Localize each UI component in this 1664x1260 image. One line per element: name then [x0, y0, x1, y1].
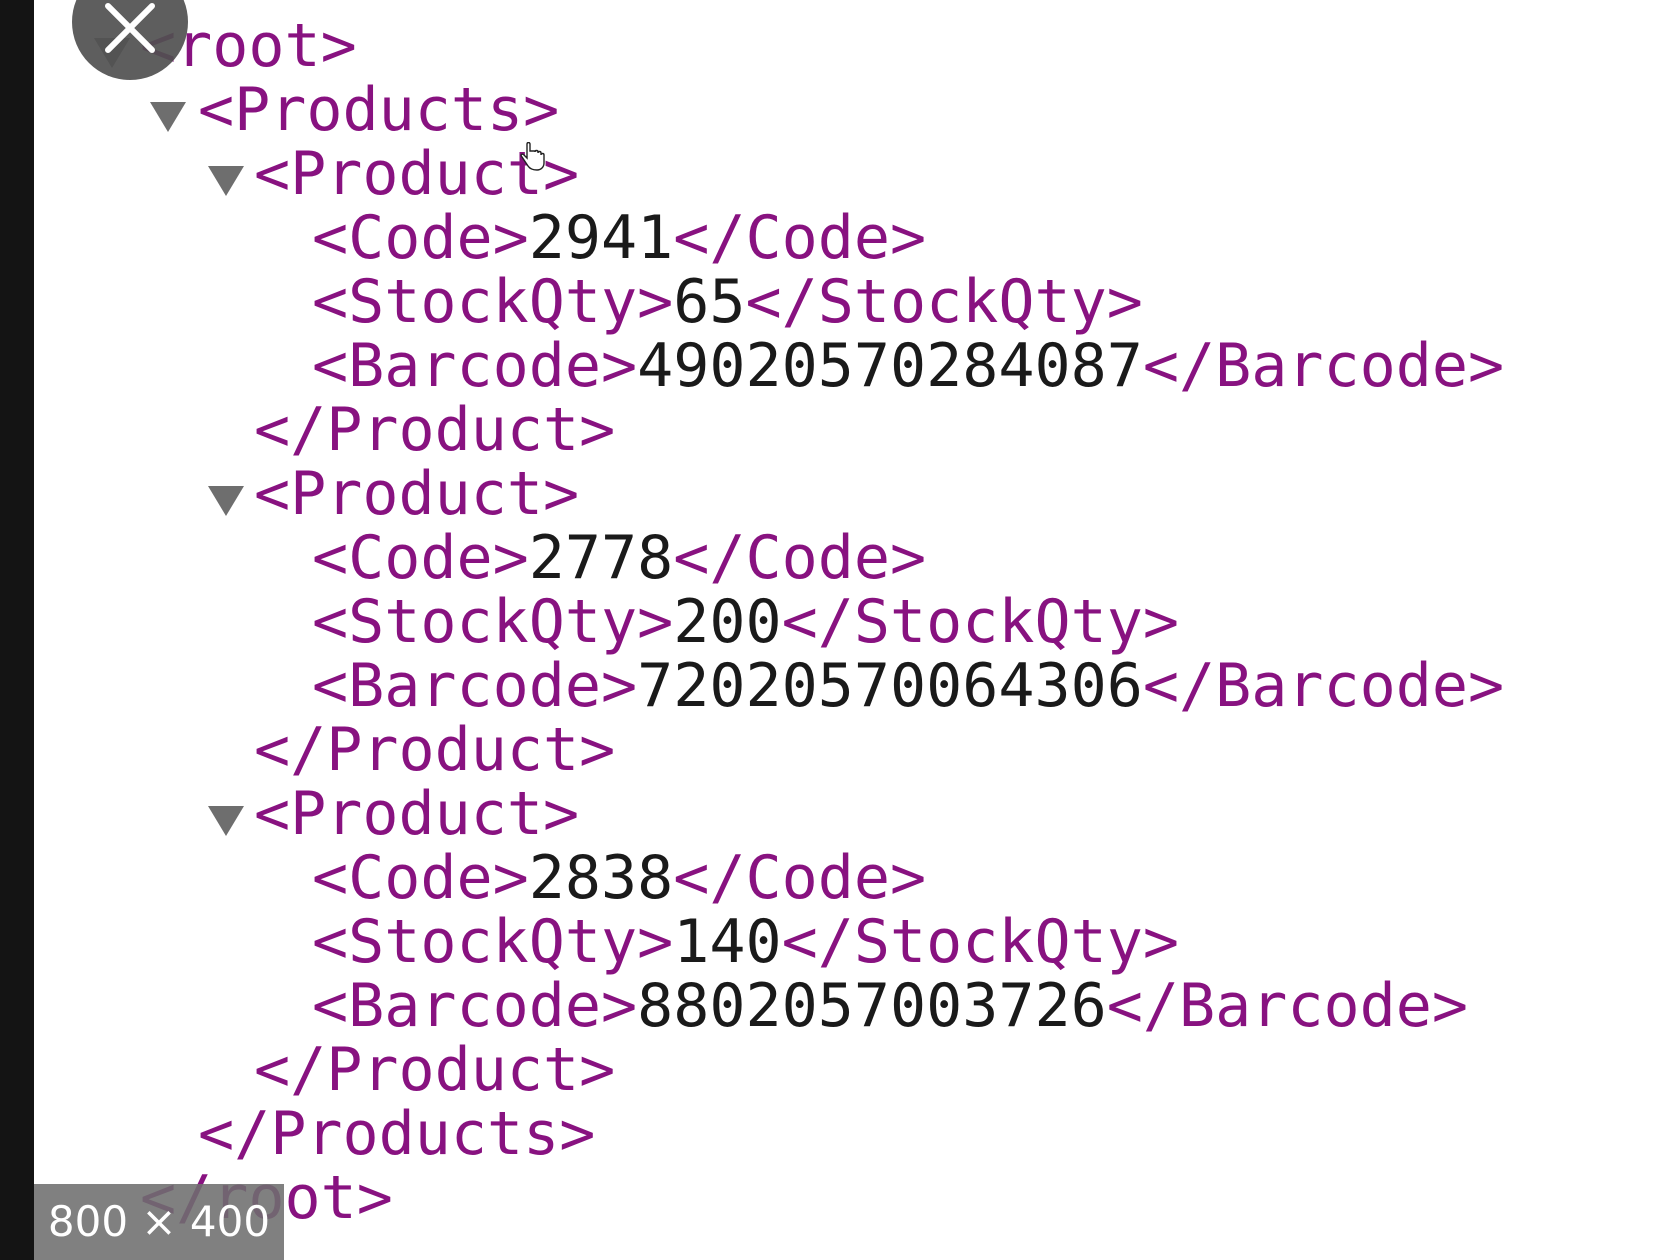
xml-close-tag: </StockQty>: [781, 907, 1179, 977]
xml-line-content: </Product>: [254, 718, 615, 782]
xml-line-content: <Barcode>72020570064306</Barcode>: [312, 654, 1504, 718]
xml-open-tag: <Product>: [254, 779, 580, 849]
collapse-triangle-icon[interactable]: [208, 486, 244, 516]
xml-line-content: </Product>: [254, 1038, 615, 1102]
xml-text-value: 72020570064306: [637, 651, 1143, 721]
xml-close-tag: </Barcode>: [1106, 971, 1468, 1041]
xml-close-tag: </Barcode>: [1142, 651, 1505, 721]
xml-open-tag: <Barcode>: [312, 651, 638, 721]
xml-text-value: 2778: [528, 523, 674, 593]
image-size-badge: 800 × 400: [34, 1184, 284, 1260]
xml-open-tag: <Barcode>: [312, 971, 638, 1041]
xml-line-content: <Code>2838</Code>: [312, 846, 926, 910]
xml-line-content: </Product>: [254, 398, 615, 462]
collapse-triangle-icon[interactable]: [150, 102, 186, 132]
xml-line-content: <StockQty>200</StockQty>: [312, 590, 1179, 654]
xml-line-content: <Barcode>8802057003726</Barcode>: [312, 974, 1468, 1038]
collapse-triangle-icon[interactable]: [208, 166, 244, 196]
xml-open-tag: <Barcode>: [312, 331, 638, 401]
xml-text-value: 8802057003726: [637, 971, 1107, 1041]
xml-close-tag: </Code>: [673, 523, 927, 593]
xml-open-tag: <Code>: [312, 203, 529, 273]
xml-open-tag: </Products>: [198, 1099, 596, 1169]
xml-text-value: 49020570284087: [637, 331, 1143, 401]
hand-cursor-icon: [520, 142, 545, 171]
xml-open-tag: <StockQty>: [312, 587, 674, 657]
xml-close-tag: </Code>: [673, 203, 927, 273]
xml-open-tag: <Product>: [254, 459, 580, 529]
close-icon: [105, 3, 155, 53]
xml-viewer: <root> <Products> <Product> <Code>2941</Cod…: [34, 0, 1664, 1260]
xml-open-tag: <Products>: [198, 75, 560, 145]
xml-line-content: <Product>: [254, 462, 579, 526]
xml-text-value: 140: [673, 907, 782, 977]
xml-line-content: <Code>2941</Code>: [312, 206, 926, 270]
xml-line-content: <StockQty>140</StockQty>: [312, 910, 1179, 974]
xml-text-value: 65: [673, 267, 746, 337]
xml-line-content: <Product>: [254, 782, 579, 846]
xml-text-value: 2838: [528, 843, 674, 913]
xml-line-content: <Code>2778</Code>: [312, 526, 926, 590]
xml-text-value: 200: [673, 587, 782, 657]
xml-close-tag: </Code>: [673, 843, 927, 913]
xml-line-content: </Products>: [198, 1102, 595, 1166]
xml-line-content: <Products>: [198, 78, 559, 142]
xml-close-tag: </Barcode>: [1142, 331, 1505, 401]
xml-line-content: <Barcode>49020570284087</Barcode>: [312, 334, 1504, 398]
xml-close-tag: </StockQty>: [745, 267, 1143, 337]
xml-open-tag: <Code>: [312, 523, 529, 593]
collapse-triangle-icon[interactable]: [208, 806, 244, 836]
xml-open-tag: </Product>: [254, 395, 616, 465]
xml-open-tag: <Code>: [312, 843, 529, 913]
xml-close-tag: </StockQty>: [781, 587, 1179, 657]
xml-open-tag: <StockQty>: [312, 267, 674, 337]
xml-open-tag: </Product>: [254, 715, 616, 785]
xml-open-tag: <StockQty>: [312, 907, 674, 977]
xml-line-content: <StockQty>65</StockQty>: [312, 270, 1143, 334]
xml-open-tag: </Product>: [254, 1035, 616, 1105]
xml-text-value: 2941: [528, 203, 674, 273]
